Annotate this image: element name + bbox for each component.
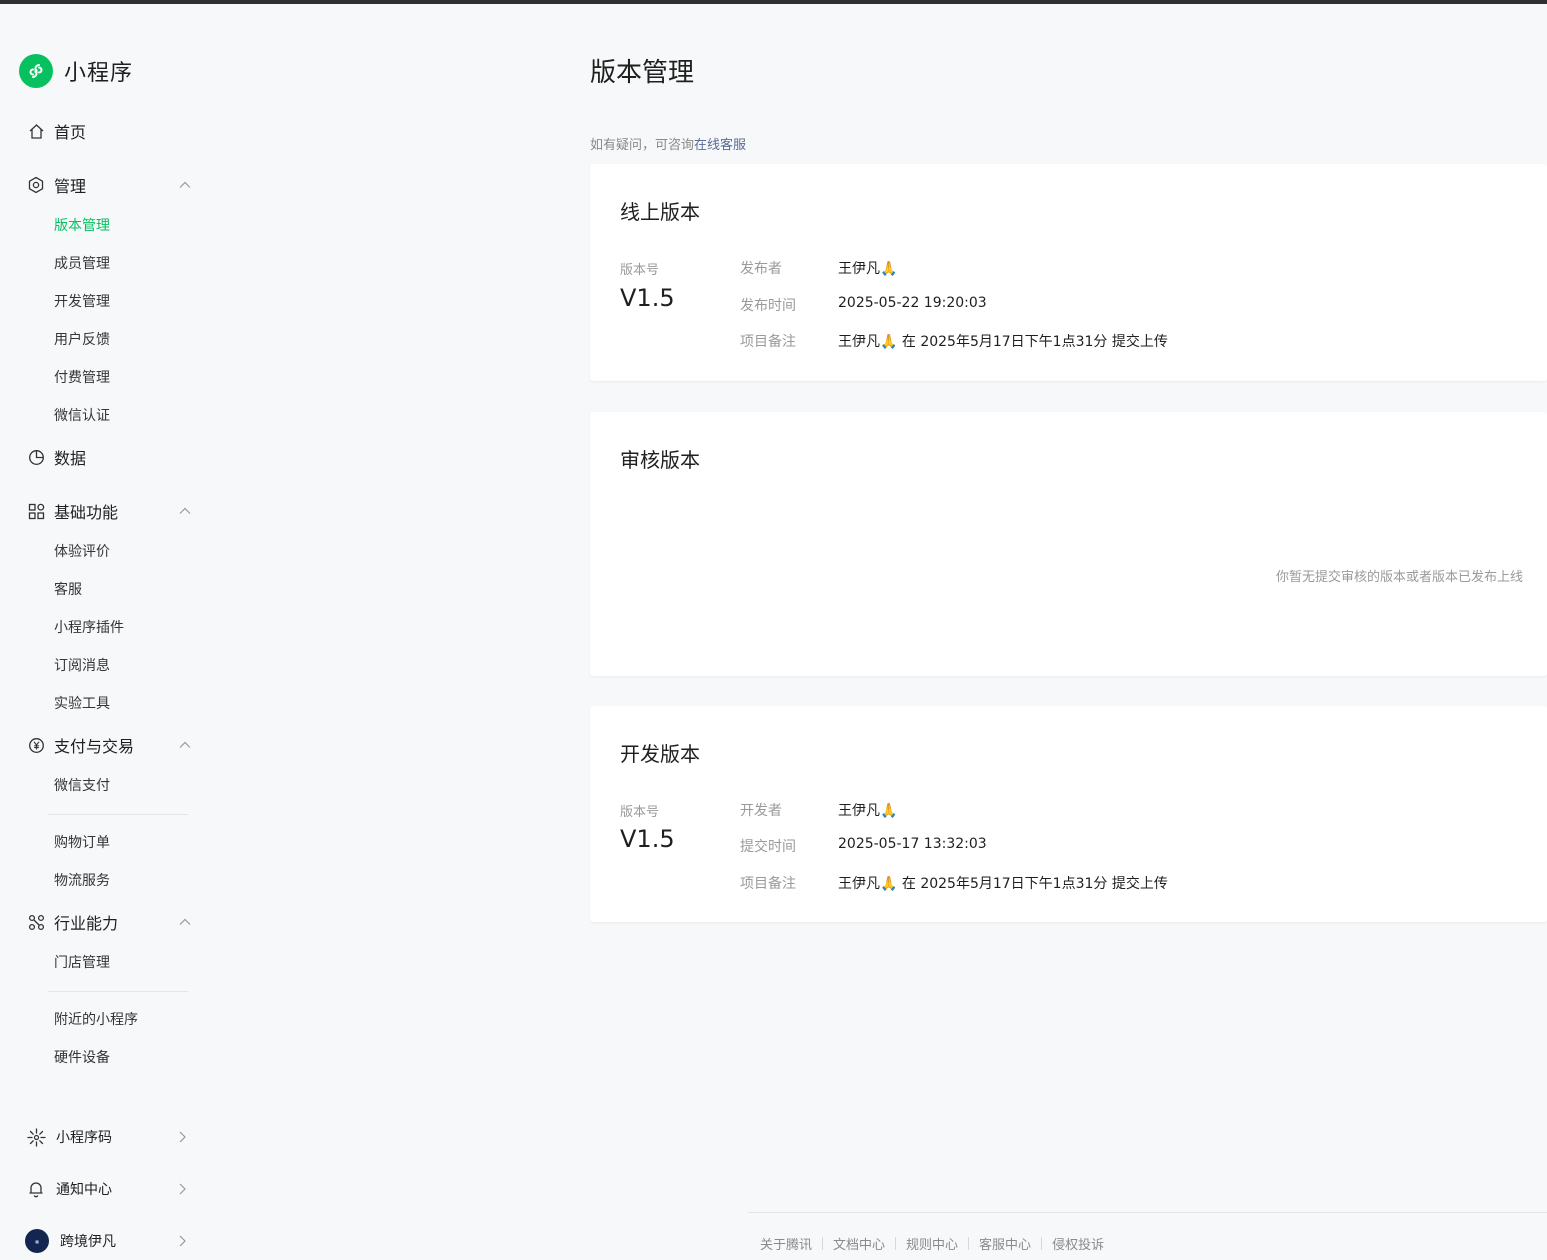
card-title: 开发版本 [620,742,700,766]
footer: 关于腾讯 文档中心 规则中心 客服中心 侵权投诉 [760,1234,1104,1253]
footer-separator [822,1237,824,1250]
sidebar-item-member-manage[interactable]: 成员管理 [54,254,110,274]
account-name: 跨境伊凡 [60,1234,116,1250]
footer-link-rules[interactable]: 规则中心 [906,1234,958,1253]
sidebar-group-industry[interactable]: 行业能力 [0,907,210,937]
sidebar-group-manage[interactable]: 管理 [0,170,210,200]
grid-apps-icon [27,502,45,520]
sidebar-divider [48,814,188,815]
page-title: 版本管理 [590,58,695,88]
app-logo[interactable]: 小程序 [19,54,133,88]
sidebar-item-label: 通知中心 [56,1182,112,1198]
sidebar-item-shopping-orders[interactable]: 购物订单 [54,833,110,853]
submit-time-value: 2025-05-17 13:32:03 [838,836,987,852]
sidebar-group-label: 行业能力 [54,914,119,933]
sidebar-item-wechat-verify[interactable]: 微信认证 [54,406,110,426]
sidebar-item-customer-service[interactable]: 客服 [54,580,82,600]
version-label: 版本号 [620,805,660,820]
sidebar-item-home[interactable]: 首页 [0,116,210,146]
sidebar-group-basic[interactable]: 基础功能 [0,496,210,526]
help-prefix: 如有疑问，可咨询 [590,138,695,153]
version-number: V1.5 [620,825,675,853]
sidebar-item-dev-manage[interactable]: 开发管理 [54,292,110,312]
publish-time-value: 2025-05-22 19:20:03 [838,295,987,311]
version-number: V1.5 [620,284,675,312]
sidebar-item-label: 首页 [54,123,87,142]
sidebar-item-payment-manage[interactable]: 付费管理 [54,368,110,388]
developer-label: 开发者 [740,803,782,819]
sidebar-item-plugins[interactable]: 小程序插件 [54,618,124,638]
account-avatar: ■ [25,1229,49,1253]
sidebar-item-label: 数据 [54,449,87,468]
chevron-right-icon [175,1182,189,1196]
publish-time-label: 发布时间 [740,298,796,314]
sidebar-item-wechat-pay[interactable]: 微信支付 [54,776,110,796]
footer-separator [968,1237,970,1250]
footer-link-infringement[interactable]: 侵权投诉 [1052,1234,1104,1253]
chevron-up-icon[interactable] [178,504,192,518]
sidebar-item-account[interactable]: ■ 跨境伊凡 [0,1226,210,1256]
sidebar-divider [48,991,188,992]
hexagon-settings-icon [27,176,45,194]
sidebar-item-nearby-programs[interactable]: 附近的小程序 [54,1010,138,1030]
mini-program-logo-icon [19,54,53,88]
footer-separator [1041,1237,1043,1250]
sidebar-item-qrcode[interactable]: 小程序码 [0,1122,210,1152]
mini-program-code-icon [26,1127,46,1147]
card-title: 线上版本 [620,200,700,224]
sidebar-item-label: 小程序码 [56,1130,112,1146]
footer-link-about-tencent[interactable]: 关于腾讯 [760,1234,812,1253]
sidebar-item-version-manage[interactable]: 版本管理 [54,216,110,236]
sidebar-item-data[interactable]: 数据 [0,442,210,472]
sidebar-group-label: 管理 [54,177,87,196]
chevron-right-icon [175,1234,189,1248]
footer-separator [895,1237,897,1250]
industry-nodes-icon [27,913,45,931]
project-note-value: 王伊凡🙏 在 2025年5月17日下午1点31分 提交上传 [838,876,1168,892]
sidebar-item-experience-rating[interactable]: 体验评价 [54,542,110,562]
version-label: 版本号 [620,263,660,278]
footer-link-docs[interactable]: 文档中心 [833,1234,885,1253]
sidebar-item-lab-tools[interactable]: 实验工具 [54,694,110,714]
footer-link-support[interactable]: 客服中心 [979,1234,1031,1253]
chevron-right-icon [175,1130,189,1144]
dev-version-card: 开发版本 版本号 V1.5 开发者 王伊凡🙏 提交时间 2025-05-17 1… [590,706,1547,922]
app-logo-text: 小程序 [64,61,134,86]
yuan-coin-icon [27,736,45,754]
submit-time-label: 提交时间 [740,839,796,855]
chevron-up-icon[interactable] [178,738,192,752]
sidebar-item-notifications[interactable]: 通知中心 [0,1174,210,1204]
sidebar: 小程序 首页 管理 版本管理 成员管理 开发管理 用户反馈 付费管理 微信认证 … [0,4,210,1260]
home-icon [27,122,45,140]
sidebar-item-store-manage[interactable]: 门店管理 [54,953,110,973]
review-version-card: 审核版本 你暂无提交审核的版本或者版本已发布上线 [590,412,1547,676]
project-note-value: 王伊凡🙏 在 2025年5月17日下午1点31分 提交上传 [838,334,1168,350]
chevron-up-icon[interactable] [178,178,192,192]
bell-icon [26,1179,46,1199]
online-support-link[interactable]: 在线客服 [694,138,746,153]
sidebar-group-label: 基础功能 [54,503,119,522]
publisher-value: 王伊凡🙏 [838,261,898,277]
sidebar-item-logistics[interactable]: 物流服务 [54,871,110,891]
footer-divider [748,1212,1547,1213]
project-note-label: 项目备注 [740,334,796,350]
sidebar-group-label: 支付与交易 [54,737,135,756]
empty-review-tip: 你暂无提交审核的版本或者版本已发布上线 [1275,570,1523,585]
help-text: 如有疑问，可咨询在线客服 [590,134,746,153]
window-top-bar [0,0,1547,4]
online-version-card: 线上版本 版本号 V1.5 发布者 王伊凡🙏 发布时间 2025-05-22 1… [590,164,1547,381]
sidebar-group-payment[interactable]: 支付与交易 [0,730,210,760]
sidebar-item-user-feedback[interactable]: 用户反馈 [54,330,110,350]
chevron-up-icon[interactable] [178,915,192,929]
card-title: 审核版本 [620,448,700,472]
developer-value: 王伊凡🙏 [838,803,898,819]
sidebar-item-hardware[interactable]: 硬件设备 [54,1048,110,1068]
publisher-label: 发布者 [740,261,782,277]
project-note-label: 项目备注 [740,876,796,892]
sidebar-item-subscribe-message[interactable]: 订阅消息 [54,656,110,676]
pie-chart-icon [27,448,45,466]
